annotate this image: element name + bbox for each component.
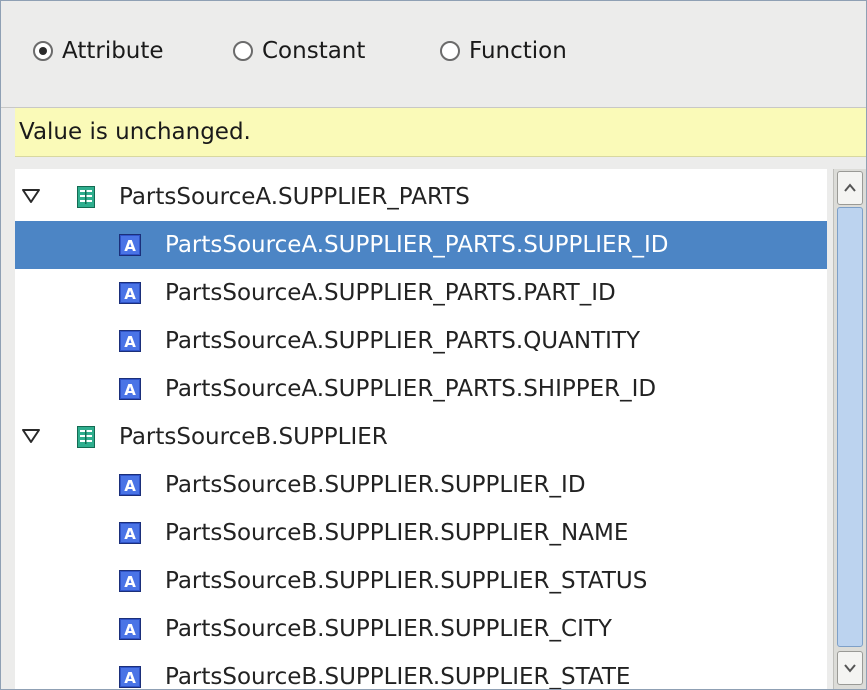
tree-item-label: PartsSourceA.SUPPLIER_PARTS.SUPPLIER_ID: [165, 232, 669, 258]
tree-item-row[interactable]: PartsSourceA.SUPPLIER_PARTS.SUPPLIER_ID: [15, 221, 827, 269]
scroll-up-button[interactable]: [837, 171, 863, 205]
tree-item-row[interactable]: PartsSourceB.SUPPLIER.SUPPLIER_CITY: [15, 605, 827, 653]
attribute-selector-panel: Attribute Constant Function Value is unc…: [0, 0, 867, 690]
tree-group-label: PartsSourceA.SUPPLIER_PARTS: [119, 184, 470, 210]
table-icon: [77, 186, 95, 208]
radio-checked-icon: [33, 41, 53, 61]
tree-item-label: PartsSourceB.SUPPLIER.SUPPLIER_STATE: [165, 664, 631, 689]
attribute-icon: [119, 378, 141, 400]
tree-item-label: PartsSourceA.SUPPLIER_PARTS.QUANTITY: [165, 328, 641, 354]
chevron-up-icon: [844, 183, 856, 192]
radio-unchecked-icon: [233, 41, 253, 61]
radio-attribute-label: Attribute: [62, 38, 164, 64]
attribute-icon: [119, 474, 141, 496]
tree-item-label: PartsSourceB.SUPPLIER.SUPPLIER_ID: [165, 472, 586, 498]
tree-item-row[interactable]: PartsSourceB.SUPPLIER.SUPPLIER_NAME: [15, 509, 827, 557]
attribute-icon: [119, 666, 141, 688]
status-message: Value is unchanged.: [19, 119, 251, 145]
tree-item-label: PartsSourceA.SUPPLIER_PARTS.PART_ID: [165, 280, 616, 306]
tree-group-row[interactable]: PartsSourceB.SUPPLIER: [15, 413, 827, 461]
tree-item-row[interactable]: PartsSourceA.SUPPLIER_PARTS.PART_ID: [15, 269, 827, 317]
attribute-icon: [119, 330, 141, 352]
tree-item-row[interactable]: PartsSourceA.SUPPLIER_PARTS.QUANTITY: [15, 317, 827, 365]
status-bar: Value is unchanged.: [15, 108, 866, 157]
radio-function-label: Function: [469, 38, 567, 64]
attribute-tree[interactable]: PartsSourceA.SUPPLIER_PARTS PartsSourceA…: [15, 169, 827, 689]
radio-constant-label: Constant: [262, 38, 366, 64]
tree-item-row[interactable]: PartsSourceB.SUPPLIER.SUPPLIER_STATUS: [15, 557, 827, 605]
attribute-icon: [119, 618, 141, 640]
attribute-icon: [119, 570, 141, 592]
vertical-scrollbar[interactable]: [833, 169, 866, 689]
expand-triangle-icon[interactable]: [21, 186, 41, 206]
tree-item-row[interactable]: PartsSourceB.SUPPLIER.SUPPLIER_STATE: [15, 653, 827, 689]
tree-item-label: PartsSourceB.SUPPLIER.SUPPLIER_NAME: [165, 520, 629, 546]
chevron-down-icon: [844, 664, 856, 673]
tree-item-label: PartsSourceA.SUPPLIER_PARTS.SHIPPER_ID: [165, 376, 657, 402]
radio-attribute[interactable]: Attribute: [33, 34, 164, 68]
attribute-icon: [119, 282, 141, 304]
tree-group-row[interactable]: PartsSourceA.SUPPLIER_PARTS: [15, 173, 827, 221]
tree-group-label: PartsSourceB.SUPPLIER: [119, 424, 388, 450]
radio-function[interactable]: Function: [440, 34, 567, 68]
radio-constant[interactable]: Constant: [233, 34, 365, 68]
tree-item-row[interactable]: PartsSourceA.SUPPLIER_PARTS.SHIPPER_ID: [15, 365, 827, 413]
table-icon: [77, 426, 95, 448]
tree-item-row[interactable]: PartsSourceB.SUPPLIER.SUPPLIER_ID: [15, 461, 827, 509]
tree-item-label: PartsSourceB.SUPPLIER.SUPPLIER_STATUS: [165, 568, 648, 594]
attribute-icon: [119, 522, 141, 544]
radio-unchecked-icon: [440, 41, 460, 61]
value-type-radio-group: Attribute Constant Function: [1, 1, 866, 108]
tree-item-label: PartsSourceB.SUPPLIER.SUPPLIER_CITY: [165, 616, 612, 642]
scroll-down-button[interactable]: [837, 651, 863, 685]
expand-triangle-icon[interactable]: [21, 426, 41, 446]
attribute-icon: [119, 234, 141, 256]
scroll-thumb[interactable]: [837, 207, 863, 647]
